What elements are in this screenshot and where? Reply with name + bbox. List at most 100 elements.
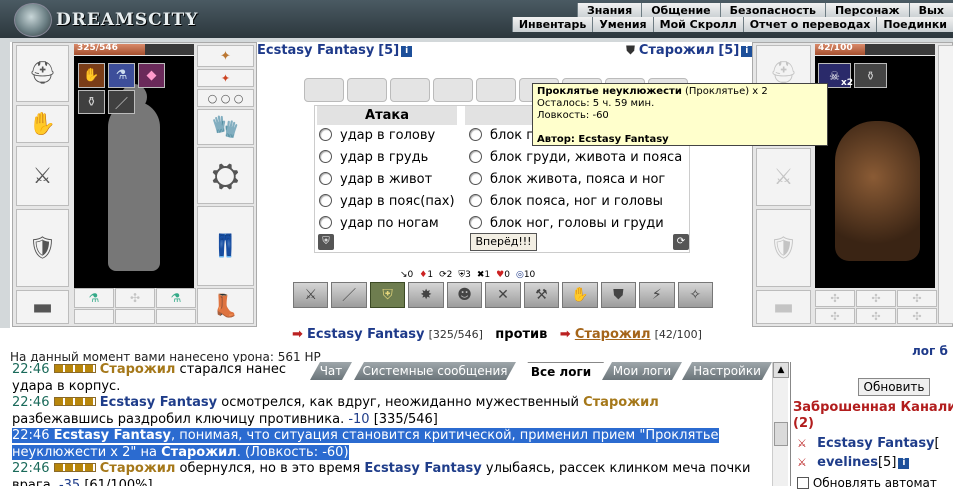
versus-player-name[interactable]: Ecstasy Fantasy bbox=[307, 327, 424, 342]
menu-duels[interactable]: Поединки bbox=[876, 17, 953, 32]
radio-icon[interactable] bbox=[319, 172, 332, 185]
tab-system-messages[interactable]: Системные сообщения bbox=[354, 362, 516, 380]
attack-chest-option[interactable]: удар в грудь bbox=[319, 150, 428, 165]
potion-slot-3[interactable]: ⚗ bbox=[156, 288, 196, 308]
info-icon[interactable]: i bbox=[401, 46, 413, 57]
ability-slot[interactable]: ☻ bbox=[446, 282, 483, 308]
player-name[interactable]: Ecstasy Fantasy bbox=[257, 43, 374, 58]
ring-slot-5[interactable]: ／ bbox=[108, 90, 135, 114]
rune-slot-2[interactable]: ✦ bbox=[197, 69, 254, 87]
tab-chat[interactable]: Чат bbox=[310, 362, 352, 380]
attack-belt-option[interactable]: удар в пояс(пах) bbox=[319, 194, 455, 209]
helmet-slot[interactable]: ⛑ bbox=[16, 45, 69, 102]
radio-icon[interactable] bbox=[469, 194, 482, 207]
weapon-slot[interactable]: ⚔ bbox=[16, 146, 69, 206]
radio-icon[interactable] bbox=[469, 172, 482, 185]
scroll-up-icon[interactable]: ▲ bbox=[773, 362, 789, 378]
block-chest-option[interactable]: блок груди, живота и пояса bbox=[469, 150, 682, 165]
ability-slot-active[interactable]: ⛨ bbox=[369, 282, 406, 308]
scroll-slot[interactable] bbox=[433, 78, 473, 102]
block-stomach-option[interactable]: блок живота, пояса и ног bbox=[469, 172, 665, 187]
block-legs-option[interactable]: блок ног, головы и груди bbox=[469, 216, 664, 231]
radio-icon[interactable] bbox=[319, 216, 332, 229]
menu-communication[interactable]: Общение bbox=[641, 3, 720, 18]
room-member[interactable]: ⚔ Ecstasy Fantasy[ bbox=[797, 436, 940, 451]
abilities-bar: ⚔ ／ ⛨ ✸ ☻ ✕ ⚒ ✋ ⛊ ⚡ ✧ bbox=[293, 282, 713, 308]
menu-character[interactable]: Персонаж bbox=[824, 3, 909, 18]
ability-slot[interactable]: ✸ bbox=[408, 282, 444, 308]
ring-slot-2[interactable]: ⚗ bbox=[108, 63, 135, 88]
armor-slot[interactable]: 🛡 bbox=[16, 209, 69, 287]
radio-icon[interactable] bbox=[469, 216, 482, 229]
ability-slot[interactable]: ✕ bbox=[485, 282, 521, 308]
scroll-thumb[interactable] bbox=[774, 422, 788, 446]
versus-word: против bbox=[495, 327, 548, 342]
ability-slot[interactable]: ⚔ bbox=[293, 282, 329, 308]
logo[interactable]: DREAMSCITY bbox=[6, 2, 197, 37]
ability-slot[interactable]: ⛊ bbox=[600, 282, 637, 308]
shield-slot[interactable]: ⛭ bbox=[197, 147, 254, 204]
logo-emblem bbox=[14, 3, 52, 37]
ability-slot[interactable]: ✋ bbox=[562, 282, 598, 308]
log-scrollbar[interactable]: ▲ bbox=[772, 362, 789, 486]
shield-toggle-icon[interactable]: ⛨ bbox=[318, 234, 334, 250]
potion-slot-5[interactable] bbox=[115, 309, 155, 324]
ability-slot[interactable]: ⚡ bbox=[639, 282, 675, 308]
bracers-slot[interactable]: ✋ bbox=[16, 105, 69, 143]
ability-slot[interactable]: ／ bbox=[331, 282, 367, 308]
attack-head-option[interactable]: удар в голову bbox=[319, 128, 435, 143]
rune-slot-1[interactable]: ✦ bbox=[197, 45, 254, 67]
refresh-icon[interactable]: ⟳ bbox=[673, 234, 689, 250]
menu-my-scroll[interactable]: Мой Скролл bbox=[652, 17, 743, 32]
info-icon[interactable]: i bbox=[898, 458, 910, 469]
tooltip-effect: Ловкость: -60 bbox=[537, 110, 609, 121]
enemy-right-column bbox=[938, 45, 953, 324]
block-head-option[interactable]: блок г bbox=[469, 128, 533, 143]
attack-legs-option[interactable]: удар по ногам bbox=[319, 216, 439, 231]
room-member[interactable]: ⚔ evelines[5] i bbox=[797, 455, 910, 470]
ring-slot-3[interactable]: ◆ bbox=[138, 63, 165, 88]
ring-slot-4[interactable]: ⚱ bbox=[78, 90, 105, 114]
info-icon[interactable]: i bbox=[741, 46, 753, 57]
menu-exit[interactable]: Вых bbox=[908, 3, 953, 18]
tab-all-logs[interactable]: Все логи bbox=[518, 362, 604, 380]
enemy-name[interactable]: Старожил bbox=[639, 43, 715, 58]
rings-slot[interactable]: ○ ○ ○ bbox=[197, 89, 254, 107]
ability-slot[interactable]: ⚒ bbox=[523, 282, 560, 308]
belt-slot[interactable]: ▬ bbox=[16, 290, 69, 324]
menu-transfer-report[interactable]: Отчет о переводах bbox=[742, 17, 877, 32]
radio-icon[interactable] bbox=[319, 150, 332, 163]
auto-refresh-checkbox[interactable] bbox=[797, 477, 809, 489]
scroll-slot[interactable] bbox=[476, 78, 516, 102]
legs-slot[interactable]: 👖 bbox=[197, 206, 254, 286]
versus-enemy-name[interactable]: Старожил bbox=[575, 327, 651, 342]
radio-icon[interactable] bbox=[469, 128, 482, 141]
radio-icon[interactable] bbox=[469, 150, 482, 163]
block-belt-option[interactable]: блок пояса, ног и головы bbox=[469, 194, 663, 209]
menu-inventory[interactable]: Инвентарь bbox=[511, 17, 593, 32]
radio-icon[interactable] bbox=[319, 128, 332, 141]
potion-slot-4[interactable] bbox=[74, 309, 114, 324]
potion-slot-2[interactable]: ✣ bbox=[115, 288, 155, 308]
attack-stomach-option[interactable]: удар в живот bbox=[319, 172, 432, 187]
scroll-slot[interactable] bbox=[304, 78, 344, 102]
scroll-slot[interactable] bbox=[347, 78, 387, 102]
radio-icon[interactable] bbox=[319, 194, 332, 207]
go-button[interactable]: Вперёд!!! bbox=[470, 233, 537, 251]
menu-security[interactable]: Безопасность bbox=[719, 3, 825, 18]
tab-my-logs[interactable]: Мои логи bbox=[602, 362, 682, 380]
potion-slot-1[interactable]: ⚗ bbox=[74, 288, 114, 308]
tab-settings[interactable]: Настройки bbox=[682, 362, 772, 380]
battle-log-link[interactable]: лог б bbox=[912, 344, 948, 358]
enemy-effect-slot-2[interactable]: ⚱ bbox=[854, 63, 887, 88]
enemy-creature bbox=[835, 121, 920, 261]
menu-skills[interactable]: Умения bbox=[592, 17, 653, 32]
menu-knowledge[interactable]: Знания bbox=[576, 3, 642, 18]
boots-slot[interactable]: 👢 bbox=[197, 288, 254, 324]
scroll-slot[interactable] bbox=[390, 78, 430, 102]
ring-slot-1[interactable]: ✋ bbox=[78, 63, 105, 88]
refresh-button[interactable]: Обновить bbox=[858, 378, 930, 396]
potion-slot-6[interactable] bbox=[156, 309, 196, 324]
ability-slot[interactable]: ✧ bbox=[677, 282, 713, 308]
gloves-slot[interactable]: 🧤 bbox=[197, 109, 254, 145]
